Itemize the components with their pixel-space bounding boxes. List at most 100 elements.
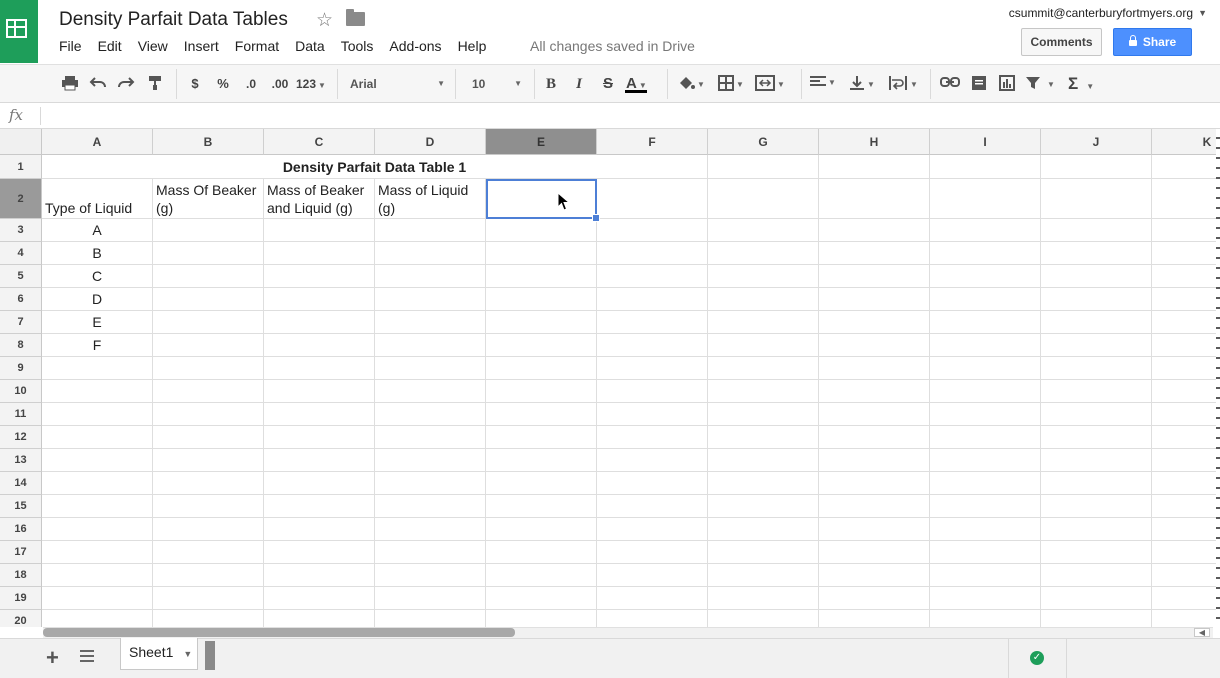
cell-f20[interactable] [597, 610, 708, 627]
row-header-20[interactable]: 20 [0, 610, 42, 627]
cell-e14[interactable] [486, 472, 597, 495]
cell-h11[interactable] [819, 403, 930, 426]
cell-a12[interactable] [42, 426, 153, 449]
cell-h2[interactable] [819, 179, 930, 219]
italic-button[interactable]: I [571, 75, 587, 93]
cell-b14[interactable] [153, 472, 264, 495]
cell-j3[interactable] [1041, 219, 1152, 242]
cell-i14[interactable] [930, 472, 1041, 495]
cell-d6[interactable] [375, 288, 486, 311]
sheet-tab[interactable]: Sheet1 ▼ [120, 638, 198, 670]
cell-j6[interactable] [1041, 288, 1152, 311]
cell-k10[interactable] [1152, 380, 1220, 403]
cell-j7[interactable] [1041, 311, 1152, 334]
cell-g5[interactable] [708, 265, 819, 288]
cell-d8[interactable] [375, 334, 486, 357]
cell-k18[interactable] [1152, 564, 1220, 587]
cell-d14[interactable] [375, 472, 486, 495]
cell-e12[interactable] [486, 426, 597, 449]
cell-i1[interactable] [930, 155, 1041, 179]
cell-h14[interactable] [819, 472, 930, 495]
row-header-8[interactable]: 8 [0, 334, 42, 357]
column-header-a[interactable]: A [42, 129, 153, 155]
cell-j11[interactable] [1041, 403, 1152, 426]
currency-format-button[interactable]: $ [188, 75, 202, 93]
selected-cell-e2[interactable] [486, 179, 597, 219]
cell-d11[interactable] [375, 403, 486, 426]
cell-g19[interactable] [708, 587, 819, 610]
account-chevron-down-icon[interactable]: ▼ [1198, 8, 1207, 18]
cell-a9[interactable] [42, 357, 153, 380]
cell-h10[interactable] [819, 380, 930, 403]
row-header-16[interactable]: 16 [0, 518, 42, 541]
column-header-j[interactable]: J [1041, 129, 1152, 155]
cell-h12[interactable] [819, 426, 930, 449]
cell-e17[interactable] [486, 541, 597, 564]
cell-c6[interactable] [264, 288, 375, 311]
row-header-5[interactable]: 5 [0, 265, 42, 288]
cell-i13[interactable] [930, 449, 1041, 472]
column-header-f[interactable]: F [597, 129, 708, 155]
cell-h4[interactable] [819, 242, 930, 265]
cell-j16[interactable] [1041, 518, 1152, 541]
column-header-g[interactable]: G [708, 129, 819, 155]
cell-d4[interactable] [375, 242, 486, 265]
cell-c15[interactable] [264, 495, 375, 518]
cell-b16[interactable] [153, 518, 264, 541]
sheet-tab-chevron-down-icon[interactable]: ▼ [183, 649, 192, 659]
cell-h15[interactable] [819, 495, 930, 518]
cell-h13[interactable] [819, 449, 930, 472]
row-header-15[interactable]: 15 [0, 495, 42, 518]
cell-h1[interactable] [819, 155, 930, 179]
cell-d16[interactable] [375, 518, 486, 541]
cell-f3[interactable] [597, 219, 708, 242]
cell-h18[interactable] [819, 564, 930, 587]
row-header-9[interactable]: 9 [0, 357, 42, 380]
cell-j1[interactable] [1041, 155, 1152, 179]
fill-color-icon[interactable]: ▼ [677, 75, 709, 93]
cell-b6[interactable] [153, 288, 264, 311]
cell-g2[interactable] [708, 179, 819, 219]
cell-j18[interactable] [1041, 564, 1152, 587]
cell-h6[interactable] [819, 288, 930, 311]
formula-bar[interactable] [0, 103, 1220, 129]
cell-k11[interactable] [1152, 403, 1220, 426]
cell-b12[interactable] [153, 426, 264, 449]
font-family-select[interactable]: Arial ▼ [350, 75, 445, 93]
cell-g14[interactable] [708, 472, 819, 495]
print-icon[interactable] [60, 75, 80, 93]
cell-a2[interactable]: Type of Liquid [42, 179, 153, 219]
cell-e5[interactable] [486, 265, 597, 288]
cell-j5[interactable] [1041, 265, 1152, 288]
cell-g16[interactable] [708, 518, 819, 541]
cell-a10[interactable] [42, 380, 153, 403]
cell-d7[interactable] [375, 311, 486, 334]
cell-d18[interactable] [375, 564, 486, 587]
cell-d3[interactable] [375, 219, 486, 242]
cell-d15[interactable] [375, 495, 486, 518]
font-size-select[interactable]: 10 ▼ [472, 75, 522, 93]
cell-d13[interactable] [375, 449, 486, 472]
menu-view[interactable]: View [138, 38, 168, 56]
column-header-c[interactable]: C [264, 129, 375, 155]
cell-k16[interactable] [1152, 518, 1220, 541]
cell-e13[interactable] [486, 449, 597, 472]
cell-f8[interactable] [597, 334, 708, 357]
cell-f17[interactable] [597, 541, 708, 564]
cell-d2[interactable]: Mass of Liquid (g) [375, 179, 486, 219]
spreadsheet-grid[interactable]: ABCDEFGHIJK 1 2 3 4 5 6 7 8 9 10 11 12 13 14 15 16 17 18 1… [0, 129, 1220, 627]
folder-icon[interactable] [346, 9, 365, 26]
fill-handle[interactable] [592, 214, 600, 222]
cell-g12[interactable] [708, 426, 819, 449]
cell-h9[interactable] [819, 357, 930, 380]
row-header-4[interactable]: 4 [0, 242, 42, 265]
cell-k6[interactable] [1152, 288, 1220, 311]
cell-g13[interactable] [708, 449, 819, 472]
cell-e3[interactable] [486, 219, 597, 242]
row-header-7[interactable]: 7 [0, 311, 42, 334]
cell-i7[interactable] [930, 311, 1041, 334]
row-header-2[interactable]: 2 [0, 179, 42, 219]
cell-e8[interactable] [486, 334, 597, 357]
cell-j14[interactable] [1041, 472, 1152, 495]
cell-d12[interactable] [375, 426, 486, 449]
